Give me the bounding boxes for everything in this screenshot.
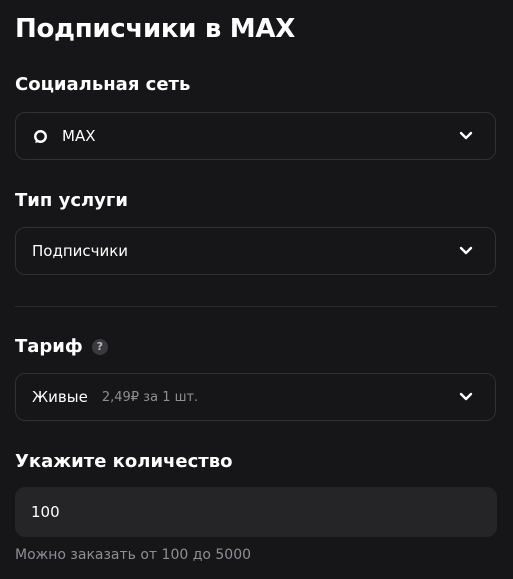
quantity-input[interactable] [15,487,497,537]
chevron-down-icon [459,392,473,401]
tariff-label: Тариф ? [15,334,108,360]
service-type-value: Подписчики [32,242,129,260]
quantity-label: Укажите количество [15,451,233,472]
tariff-price: 2,49₽ за 1 шт. [101,389,199,405]
quantity-hint: Можно заказать от 100 до 5000 [15,547,252,563]
tariff-select[interactable]: Живые 2,49₽ за 1 шт. [15,373,496,421]
max-logo-icon [34,129,47,143]
tariff-value: Живые [32,388,88,406]
service-type-select[interactable]: Подписчики [15,227,496,275]
chevron-down-icon [459,246,473,255]
tariff-label-text: Тариф [15,336,83,357]
social-network-value: MAX [62,127,96,145]
social-network-select[interactable]: MAX [15,112,496,160]
social-network-label: Социальная сеть [15,74,191,95]
help-icon[interactable]: ? [91,339,108,355]
section-divider [15,306,497,307]
page-title: Подписчики в MAX [15,14,295,44]
chevron-down-icon [459,131,473,140]
service-type-label: Тип услуги [15,190,128,211]
